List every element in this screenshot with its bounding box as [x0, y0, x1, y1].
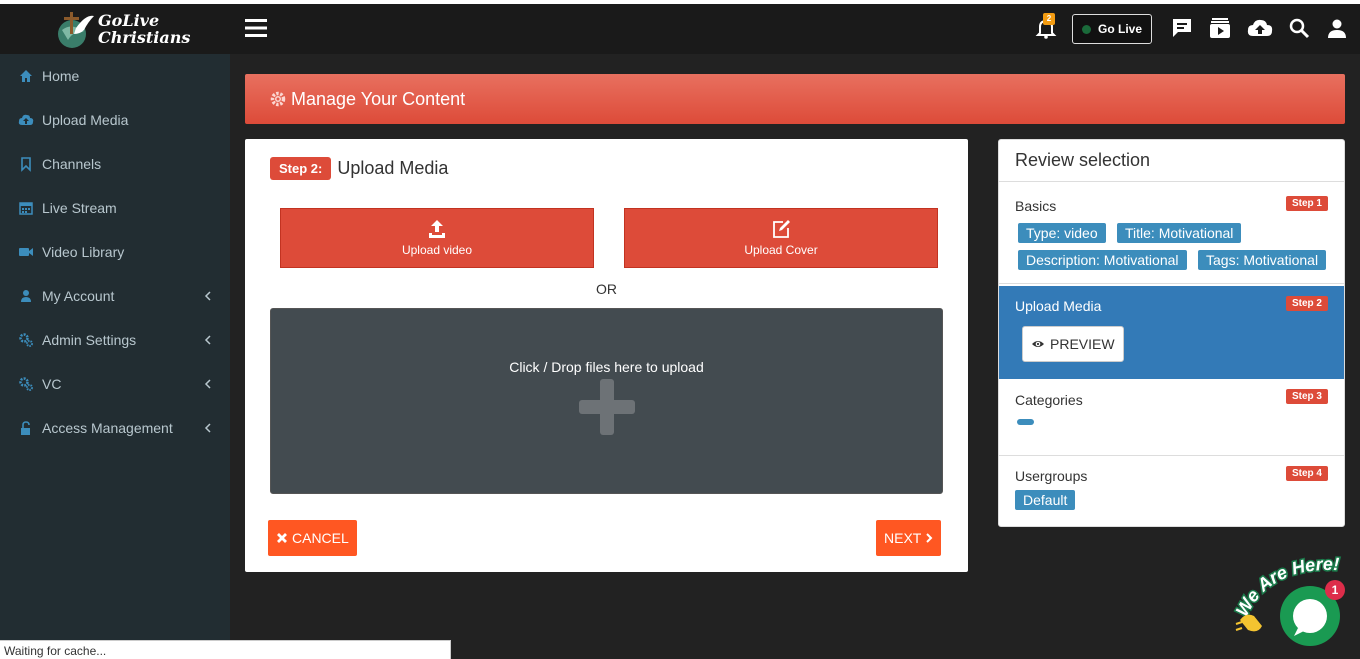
sidebar-item-label: Live Stream — [42, 200, 117, 216]
sidebar-item-video-library[interactable]: Video Library — [0, 230, 230, 274]
tag-type: Type: video — [1018, 223, 1106, 243]
bookmark-icon — [21, 157, 31, 172]
chat-launcher: We Are Here! — [1232, 552, 1341, 646]
review-upload-media: Upload Media Step 2 PREVIEW — [999, 286, 1344, 379]
step-badge: Step 2: — [270, 157, 332, 180]
notification-badge: 2 — [1043, 13, 1055, 25]
upload-cover-label: Upload Cover — [744, 243, 818, 257]
chevron-right-icon — [926, 533, 933, 543]
sidebar-item-label: Home — [42, 68, 80, 84]
upload-icon — [429, 220, 445, 238]
chevron-left-icon — [204, 423, 211, 433]
next-button[interactable]: NEXT — [876, 520, 942, 556]
edit-icon — [773, 220, 790, 238]
go-live-label: Go Live — [1097, 22, 1142, 36]
dove-cross-logo-icon — [58, 12, 94, 48]
user-icon — [21, 290, 31, 302]
sidebar-item-admin-settings[interactable]: Admin Settings — [0, 318, 230, 362]
sidebar-item-my-account[interactable]: My Account — [0, 274, 230, 318]
chevron-left-icon — [204, 335, 211, 345]
sidebar-item-live-stream[interactable]: Live Stream — [0, 186, 230, 230]
preview-button[interactable]: PREVIEW — [1022, 326, 1124, 362]
browser-status-bar: Waiting for cache... — [0, 640, 451, 659]
unlock-icon — [21, 421, 30, 435]
next-label: NEXT — [884, 530, 922, 546]
upload-cover-button[interactable]: Upload Cover — [624, 208, 938, 268]
cogs-icon — [19, 333, 33, 347]
sidebar-item-access-management[interactable]: Access Management — [0, 406, 230, 450]
sidebar-item-label: Channels — [42, 156, 102, 172]
chat-unread-badge: 1 — [1325, 580, 1345, 600]
video-camera-icon — [19, 248, 33, 256]
sidebar-item-label: My Account — [42, 288, 115, 304]
section-name: Basics — [1015, 198, 1057, 214]
sidebar: GoLive Christians Home Upload Media Chan… — [0, 4, 230, 659]
brand-name: GoLive Christians — [98, 12, 190, 46]
step-label: Step 2 — [1285, 296, 1328, 311]
live-status-dot — [1081, 24, 1091, 34]
page-title: Manage Your Content — [291, 88, 466, 109]
upload-card: Step 2: Upload Media Upload video Upload… — [245, 139, 968, 572]
step-title: Upload Media — [337, 158, 449, 178]
file-dropzone[interactable]: Click / Drop files here to upload — [270, 308, 943, 494]
sidebar-item-label: VC — [42, 376, 62, 392]
chat-message-icon[interactable] — [1170, 16, 1194, 40]
cancel-button[interactable]: CANCEL — [268, 520, 357, 556]
search-icon[interactable] — [1287, 16, 1311, 40]
tag-title: Title: Motivational — [1117, 223, 1242, 243]
upload-video-button[interactable]: Upload video — [280, 208, 594, 268]
section-name: Categories — [1015, 392, 1083, 408]
review-title: Review selection — [999, 140, 1344, 182]
review-selection-panel: Review selection Basics Step 1 Type: vid… — [998, 139, 1345, 527]
brand-line-1: GoLive — [98, 11, 160, 30]
sidebar-item-home[interactable]: Home — [0, 54, 230, 98]
sidebar-item-upload-media[interactable]: Upload Media — [0, 98, 230, 142]
empty-category-tag — [1017, 419, 1034, 425]
hamburger-menu-icon[interactable] — [244, 18, 268, 38]
step-label: Step 3 — [1285, 389, 1328, 404]
step-label: Step 1 — [1285, 196, 1328, 211]
tag-tags: Tags: Motivational — [1198, 250, 1327, 270]
sidebar-item-label: Upload Media — [42, 112, 129, 128]
eye-icon — [1032, 341, 1044, 347]
sidebar-item-label: Access Management — [42, 420, 173, 436]
section-name: Upload Media — [1015, 298, 1102, 314]
sidebar-item-label: Admin Settings — [42, 332, 137, 348]
upload-video-label: Upload video — [401, 243, 473, 257]
chevron-left-icon — [204, 379, 211, 389]
sidebar-item-label: Video Library — [42, 244, 125, 260]
step-heading: Step 2: Upload Media — [270, 157, 448, 180]
calendar-icon — [19, 202, 33, 215]
dropzone-text: Click / Drop files here to upload — [509, 359, 704, 375]
home-icon — [20, 70, 32, 82]
cloud-upload-icon — [18, 114, 34, 125]
go-live-button[interactable]: Go Live — [1072, 14, 1152, 44]
sidebar-nav: Home Upload Media Channels Live Stream V… — [0, 54, 230, 450]
review-basics: Basics Step 1 Type: video Title: Motivat… — [999, 182, 1344, 284]
close-icon — [277, 533, 287, 543]
review-categories: Categories Step 3 — [999, 379, 1344, 456]
gear-icon — [270, 91, 286, 107]
cancel-label: CANCEL — [292, 530, 349, 546]
user-profile-icon[interactable] — [1325, 16, 1349, 40]
chevron-left-icon — [204, 291, 211, 301]
video-playlist-icon[interactable] — [1208, 16, 1232, 40]
step-label: Step 4 — [1285, 466, 1328, 481]
page-header: Manage Your Content — [245, 74, 1345, 124]
preview-label: PREVIEW — [1050, 336, 1115, 352]
tag-usergroup: Default — [1015, 490, 1076, 510]
brand-line-2: Christians — [98, 28, 191, 47]
top-bar: 2 Go Live — [230, 4, 1360, 54]
sidebar-item-vc[interactable]: VC — [0, 362, 230, 406]
cloud-upload-icon[interactable] — [1246, 16, 1274, 40]
sidebar-item-channels[interactable]: Channels — [0, 142, 230, 186]
review-usergroups: Usergroups Step 4 Default — [999, 456, 1344, 526]
section-name: Usergroups — [1015, 468, 1088, 484]
chat-widget[interactable]: We Are Here! 1 — [1232, 550, 1360, 650]
logo[interactable]: GoLive Christians — [0, 4, 230, 54]
plus-icon — [579, 379, 635, 435]
tag-description: Description: Motivational — [1018, 250, 1187, 270]
cogs-icon — [19, 377, 33, 391]
or-separator: OR — [596, 281, 617, 297]
